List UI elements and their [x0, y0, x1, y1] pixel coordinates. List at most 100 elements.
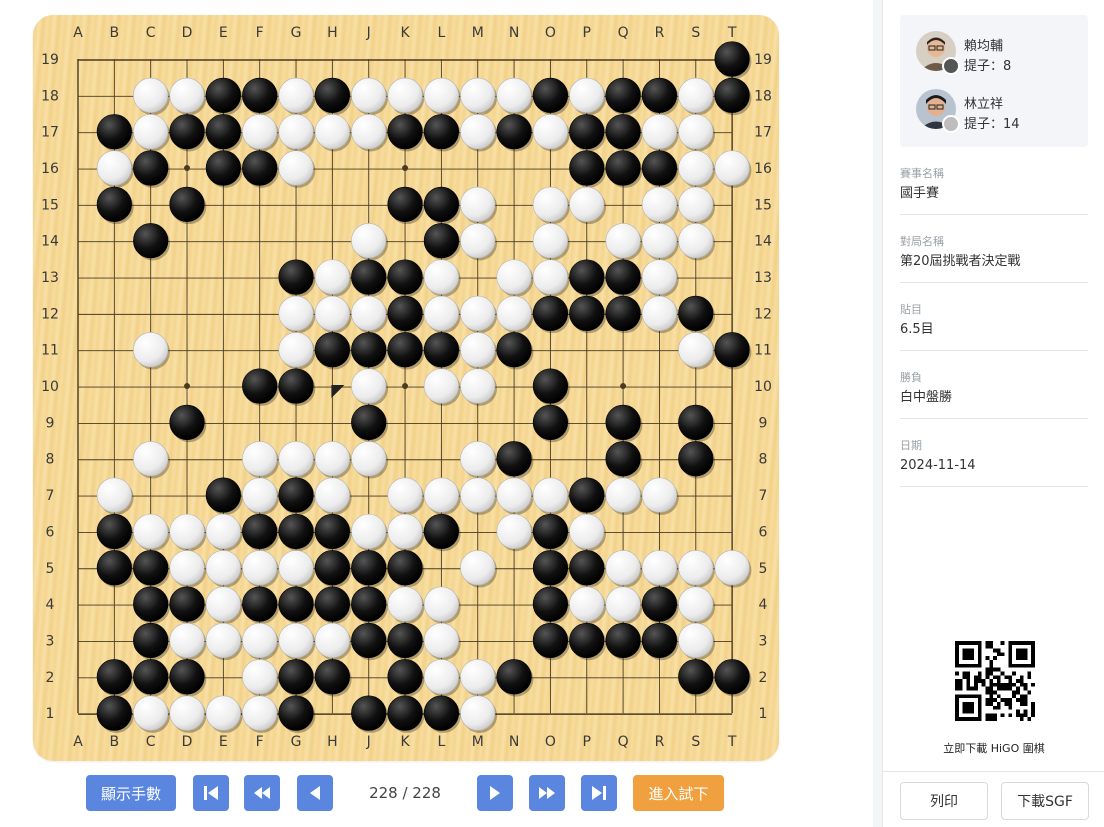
black-stone [314, 332, 350, 368]
white-stone [351, 77, 387, 113]
white-stone [387, 586, 423, 622]
black-stone [278, 259, 314, 295]
row-label: 8 [759, 452, 768, 468]
players-card: 賴均輔 提子：8 林立祥 提子：14 [900, 15, 1088, 147]
forward-ten-button[interactable] [529, 775, 565, 811]
black-stone [496, 659, 532, 695]
black-stone [96, 695, 132, 731]
row-label: 6 [759, 524, 768, 540]
last-move-button[interactable] [581, 775, 617, 811]
black-stone [205, 77, 241, 113]
black-stone [605, 77, 641, 113]
black-stone [532, 77, 569, 113]
back-ten-button[interactable] [244, 775, 280, 811]
row-label: 2 [759, 670, 768, 686]
row-label: 14 [41, 234, 59, 250]
info-value: 白中盤勝 [900, 390, 953, 405]
info-value: 國手賽 [900, 186, 940, 201]
column-label: F [256, 734, 264, 750]
black-stone [387, 186, 423, 222]
star-point [402, 165, 409, 172]
white-stone [569, 186, 605, 222]
black-stone [496, 332, 532, 368]
black-stone [242, 368, 278, 404]
column-label: L [437, 734, 445, 750]
download-sgf-button[interactable]: 下載SGF [1001, 782, 1089, 820]
row-label: 17 [41, 125, 59, 141]
black-stone [605, 404, 641, 441]
white-stone [278, 114, 314, 150]
black-stone [532, 550, 569, 586]
white-stone [678, 622, 714, 659]
column-label: P [583, 734, 591, 750]
row-label: 1 [759, 706, 768, 722]
row-label: 16 [41, 161, 59, 177]
black-stone [605, 441, 641, 477]
player-name: 林立祥 [964, 97, 1004, 112]
column-label: M [472, 25, 484, 41]
black-stone [205, 477, 241, 513]
black-stone [242, 77, 278, 113]
black-stone [278, 659, 314, 695]
column-label: E [219, 25, 228, 41]
next-icon [490, 786, 500, 800]
try-variation-button[interactable]: 進入試下 [633, 775, 724, 811]
white-stone [532, 477, 569, 513]
black-stone [641, 622, 678, 659]
column-label: T [727, 734, 737, 750]
white-stone [133, 114, 169, 150]
board-panel: A A B B C C D D E E F F G G H H J J K K L L M M N N O O P P Q Q R R S S T T 19… [0, 0, 873, 827]
board-canvas[interactable]: AABBCCDDEEFFGGHHJJKKLLMMNNOOPPQQRRSSTT19… [33, 15, 779, 761]
black-stone [678, 295, 714, 331]
white-stone [278, 150, 314, 186]
black-stone [242, 150, 278, 186]
white-stone [205, 550, 241, 586]
column-label: M [472, 734, 484, 750]
info-game: 對局名稱 第20屆挑戰者決定戰 [900, 233, 1088, 283]
black-stone [423, 332, 460, 368]
black-stone [678, 441, 714, 477]
black-stone [351, 622, 387, 659]
show-moves-button[interactable]: 顯示手數 [86, 775, 176, 811]
row-label: 8 [46, 452, 55, 468]
row-label: 12 [41, 306, 59, 322]
row-label: 15 [754, 197, 772, 213]
skip-last-icon [592, 786, 606, 800]
black-stone [314, 659, 350, 695]
black-stone [641, 77, 678, 113]
column-label: K [400, 734, 410, 750]
black-stone [569, 477, 605, 513]
info-label: 對局名稱 [900, 235, 944, 248]
qr-code-icon[interactable] [955, 641, 1035, 721]
white-stone [496, 513, 532, 550]
print-button[interactable]: 列印 [900, 782, 988, 820]
info-value: 第20屆挑戰者決定戰 [900, 254, 1021, 269]
white-stone [242, 622, 278, 659]
white-stone [423, 622, 460, 659]
white-stone [532, 186, 569, 222]
black-stone [605, 622, 641, 659]
black-stone [96, 550, 132, 586]
row-label: 5 [759, 561, 768, 577]
black-stone [351, 259, 387, 295]
go-board[interactable]: A A B B C C D D E E F F G G H H J J K K L L M M N N O O P P Q Q R R S S T T 19… [33, 15, 779, 761]
white-stone [641, 114, 678, 150]
first-move-button[interactable] [193, 775, 229, 811]
white-stone [641, 223, 678, 259]
next-one-button[interactable] [477, 775, 513, 811]
white-stone [133, 513, 169, 550]
white-stone [460, 332, 496, 368]
black-stone [387, 659, 423, 695]
column-label: O [545, 734, 556, 750]
column-label: B [110, 25, 120, 41]
info-result: 勝負 白中盤勝 [900, 369, 1088, 419]
black-stone [242, 586, 278, 622]
white-stone [496, 77, 532, 113]
black-stone [242, 513, 278, 550]
white-stone [387, 77, 423, 113]
black-stone [169, 404, 205, 441]
white-stone [460, 186, 496, 222]
back-one-button[interactable] [297, 775, 333, 811]
black-stone [96, 513, 132, 550]
column-label: G [291, 25, 302, 41]
